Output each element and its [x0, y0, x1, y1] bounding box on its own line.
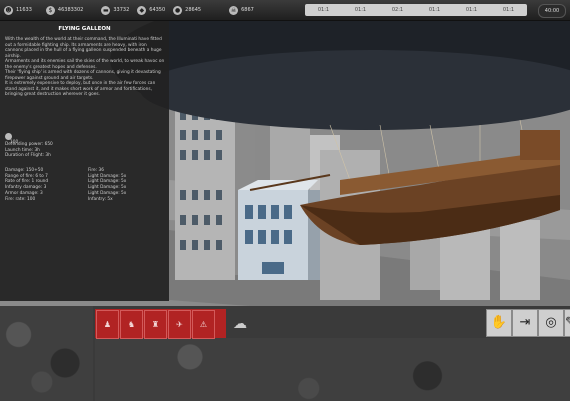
timer: 01:1: [317, 7, 330, 13]
hand-icon[interactable]: ✋: [486, 309, 512, 337]
resource-gold: ▬ 33732: [101, 5, 130, 15]
unit-description: With the wealth of the world at their co…: [5, 37, 165, 97]
target-icon[interactable]: ◎: [538, 309, 564, 337]
resource-kills: ☠ 6867: [229, 5, 254, 15]
gold-bars-icon: ▬: [101, 5, 111, 15]
infantry-squad-icon[interactable]: ♟: [96, 310, 119, 339]
airship-unit-button[interactable]: ☁: [228, 313, 252, 335]
resource-ammo: ● 28645: [173, 5, 202, 15]
tank-icon: ◆: [137, 5, 147, 15]
timer: 01:1: [428, 7, 441, 13]
wrench-icon[interactable]: ✎: [564, 309, 570, 337]
timer: 01:1: [502, 7, 515, 13]
unit-command-bar: ♟ ♞ ♜ ✈ ⚠: [95, 309, 226, 339]
gunners-icon[interactable]: ♜: [144, 310, 167, 339]
game-clock-button[interactable]: 40:00: [538, 4, 566, 18]
resource-vehicles: ◆ 64350: [133, 0, 169, 20]
resource-population: ☻ 11633: [4, 5, 32, 15]
unit-stats-right: Fire: 36 Light Damage: 5x Light Damage: …: [88, 168, 127, 202]
unit-title: FLYING GALLEON: [58, 26, 111, 32]
soldiers-icon[interactable]: ♞: [120, 310, 143, 339]
command-area: [95, 338, 570, 401]
resource-money: $46383302: [42, 0, 87, 20]
people-icon: ☻: [4, 5, 13, 15]
unit-info-panel: FLYING GALLEON With the wealth of the wo…: [0, 21, 169, 301]
bottom-hud: [0, 306, 570, 401]
airstrike-icon[interactable]: ✈: [168, 310, 191, 339]
exit-icon[interactable]: ⇥: [512, 309, 538, 337]
minimap-frame[interactable]: [0, 306, 93, 401]
timer: 01:1: [354, 7, 367, 13]
skull-icon: ☠: [229, 5, 239, 15]
unit-info: Defending power: 650 Launch time: 3h Dur…: [5, 142, 53, 158]
timer: 01:1: [465, 7, 478, 13]
timer-strip: 01:1 01:1 02:1 01:1 01:1 01:1: [305, 4, 527, 16]
unit-stats-left: Damage: 150+50 Range of fire: 6 to 7 Rat…: [5, 168, 49, 202]
warning-icon[interactable]: ⚠: [192, 310, 215, 339]
ammo-icon: ●: [173, 5, 183, 15]
money-icon: $: [45, 5, 55, 15]
timer: 02:1: [391, 7, 404, 13]
cost-icon: [5, 132, 12, 140]
